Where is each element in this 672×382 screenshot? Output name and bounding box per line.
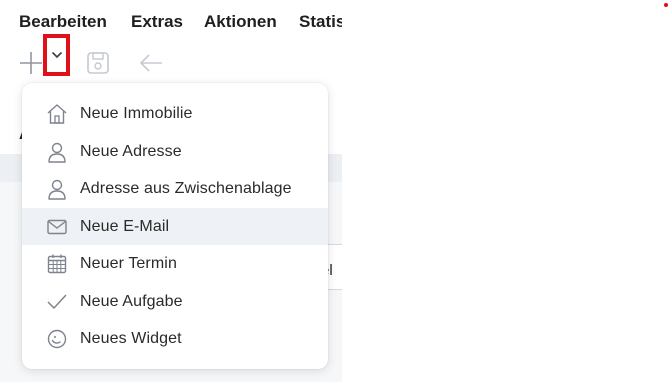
save-button[interactable] [83, 50, 113, 80]
person-icon [46, 178, 68, 200]
menu-statistik[interactable]: Statis [299, 12, 342, 32]
menu-item-label: Neue Adresse [80, 142, 182, 160]
menu-item-neues-widget[interactable]: Neues Widget [22, 320, 328, 357]
menu-item-label: Neue E-Mail [80, 217, 170, 235]
new-dropdown-toggle[interactable] [43, 34, 70, 76]
menu-item-neue-immobilie[interactable]: Neue Immobilie [22, 95, 328, 132]
chevron-down-icon [51, 46, 63, 64]
new-button[interactable] [16, 50, 46, 80]
calendar-icon [46, 253, 68, 275]
menu-item-label: Neue Aufgabe [80, 292, 183, 310]
back-button[interactable] [136, 50, 166, 80]
checkmark-icon [46, 291, 68, 313]
status-dot [664, 3, 668, 7]
menu-aktionen[interactable]: Aktionen [204, 12, 277, 32]
menu-item-label: Adresse aus Zwischenablage [80, 179, 292, 197]
new-item-dropdown-menu: Neue Immobilie Neue Adresse Adresse aus … [22, 83, 328, 369]
menu-item-label: Neuer Termin [80, 254, 177, 272]
menu-bearbeiten[interactable]: Bearbeiten [19, 12, 107, 32]
menu-item-label: Neues Widget [80, 329, 182, 347]
menu-item-neue-adresse[interactable]: Neue Adresse [22, 133, 328, 170]
save-icon [85, 50, 111, 81]
arrow-left-icon [137, 50, 165, 81]
envelope-icon [46, 216, 68, 238]
menu-item-neue-aufgabe[interactable]: Neue Aufgabe [22, 283, 328, 320]
plus-icon [18, 50, 44, 81]
menu-item-label: Neue Immobilie [80, 104, 193, 122]
menu-extras[interactable]: Extras [131, 12, 183, 32]
widget-icon [46, 328, 68, 350]
menu-item-neue-e-mail[interactable]: Neue E-Mail [22, 208, 328, 245]
person-icon [46, 141, 68, 163]
menu-item-adresse-aus-zwischenablage[interactable]: Adresse aus Zwischenablage [22, 170, 328, 207]
menu-item-neuer-termin[interactable]: Neuer Termin [22, 245, 328, 282]
house-icon [46, 103, 68, 125]
